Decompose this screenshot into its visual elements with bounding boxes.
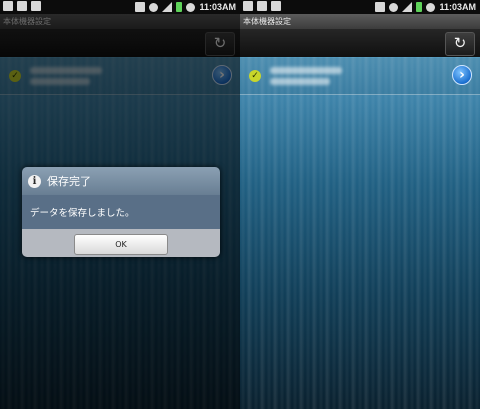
- signal-icon: [402, 2, 413, 12]
- info-icon: i: [28, 174, 41, 188]
- mail-icon: [17, 1, 27, 11]
- status-right-icons: 11:03AM: [375, 1, 476, 13]
- status-left-icons: [3, 1, 41, 11]
- app-title-bar: 本体機器設定: [240, 14, 480, 29]
- battery-icon: [416, 2, 423, 12]
- photo-icon: [3, 1, 13, 11]
- alarm-icon: [186, 2, 196, 12]
- dialog-button-bar: OK: [22, 229, 220, 257]
- status-right-icons: 11:03AM: [135, 1, 236, 13]
- status-time: 11:03AM: [439, 2, 476, 12]
- status-time: 11:03AM: [199, 2, 236, 12]
- blurred-device-detail: [270, 78, 330, 85]
- device-row[interactable]: ✓ ›: [0, 58, 240, 95]
- refresh-icon: ↻: [453, 34, 467, 52]
- wifi-icon: [149, 2, 159, 12]
- save-complete-dialog: i 保存完了 データを保存しました。 OK: [22, 167, 220, 257]
- status-left-icons: [243, 1, 281, 11]
- blurred-device-name: [270, 67, 342, 74]
- status-bar: 11:03AM: [0, 0, 240, 14]
- device-row[interactable]: ✓ ›: [240, 58, 480, 95]
- chevron-right-icon: ›: [219, 67, 225, 83]
- ok-button[interactable]: OK: [74, 234, 168, 255]
- battery-icon: [176, 2, 183, 12]
- left-screen: 11:03AM 本体機器設定 ↻ ✓ › i 保存完了 データを保存しました。 …: [0, 0, 240, 409]
- dialog-message: データを保存しました。: [22, 195, 220, 229]
- app-title-bar: 本体機器設定: [0, 14, 240, 29]
- dialog-title-bar: i 保存完了: [22, 167, 220, 195]
- toolbar: ↻: [240, 29, 480, 57]
- right-screen: 11:03AM 本体機器設定 ↻ ✓ ›: [240, 0, 480, 409]
- blurred-device-name: [30, 67, 102, 74]
- chevron-right-button[interactable]: ›: [212, 65, 232, 85]
- refresh-icon: ↻: [213, 34, 227, 52]
- vibrate-icon: [135, 2, 146, 12]
- chevron-right-button[interactable]: ›: [452, 65, 472, 85]
- android-icon: [271, 1, 281, 11]
- photo-icon: [243, 1, 253, 11]
- mail-icon: [257, 1, 267, 11]
- vibrate-icon: [375, 2, 386, 12]
- toolbar: ↻: [0, 29, 240, 57]
- wifi-icon: [389, 2, 399, 12]
- status-bar: 11:03AM: [240, 0, 480, 14]
- chevron-right-icon: ›: [459, 67, 465, 83]
- blurred-device-detail: [30, 78, 90, 85]
- alarm-icon: [426, 2, 436, 12]
- check-icon: ✓: [9, 70, 21, 82]
- refresh-button[interactable]: ↻: [445, 32, 475, 56]
- check-icon: ✓: [249, 70, 261, 82]
- signal-icon: [162, 2, 173, 12]
- screens-container: 11:03AM 本体機器設定 ↻ ✓ › i 保存完了 データを保存しました。 …: [0, 0, 480, 409]
- android-icon: [31, 1, 41, 11]
- refresh-button[interactable]: ↻: [205, 32, 235, 56]
- dialog-title: 保存完了: [47, 175, 91, 188]
